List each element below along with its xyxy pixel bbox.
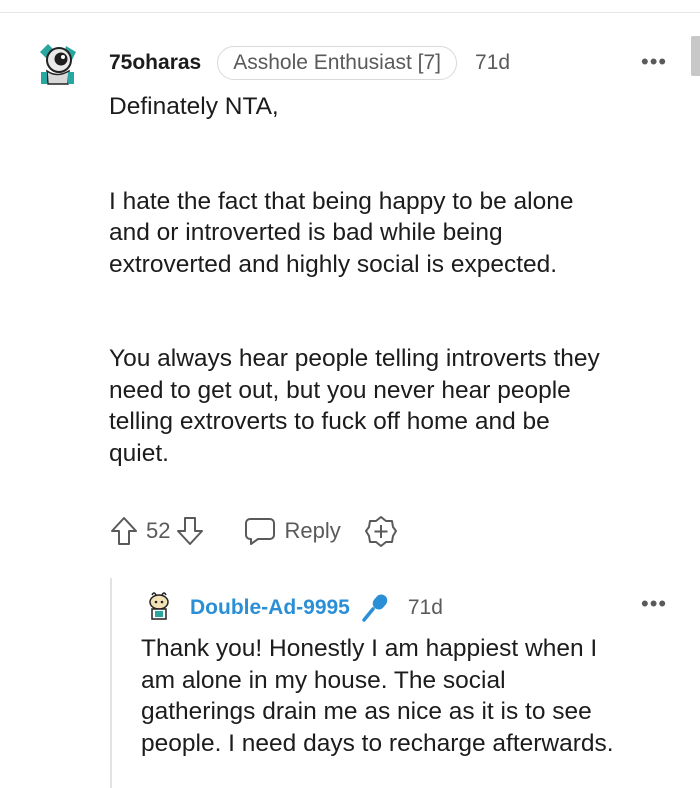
comment-paragraph: I hate the fact that being happy to be a… bbox=[109, 187, 574, 278]
reply-body: Thank you! Honestly I am happiest when I… bbox=[141, 633, 686, 759]
speech-bubble-icon bbox=[244, 516, 276, 546]
comment-body: Definately NTA, I hate the fact that bei… bbox=[109, 91, 679, 469]
snoo-avatar-icon bbox=[144, 590, 174, 620]
reply-username[interactable]: Double-Ad-9995 bbox=[190, 596, 350, 620]
upvote-arrow-icon[interactable] bbox=[110, 516, 138, 546]
reply-label: Reply bbox=[284, 518, 341, 543]
reply-avatar[interactable] bbox=[143, 589, 175, 621]
vote-count: 52 bbox=[146, 518, 171, 543]
more-options-icon[interactable]: ••• bbox=[641, 49, 667, 75]
reply-meta: Double-Ad-9995 71d bbox=[190, 592, 443, 624]
reply-paragraph: Thank you! Honestly I am happiest when I… bbox=[141, 635, 614, 757]
award-plus-icon[interactable] bbox=[364, 515, 397, 547]
astronaut-avatar-icon bbox=[33, 39, 81, 87]
top-divider bbox=[0, 12, 700, 13]
comment-paragraph: Definately NTA, bbox=[109, 93, 279, 120]
comment-timestamp: 71d bbox=[475, 51, 511, 74]
microphone-icon bbox=[360, 592, 390, 624]
comment-actions: 52 Reply bbox=[110, 515, 397, 547]
thread-line[interactable] bbox=[110, 578, 112, 788]
comment-paragraph: You always hear people telling introvert… bbox=[109, 345, 600, 467]
downvote-arrow-icon[interactable] bbox=[176, 516, 204, 546]
reply-more-options-icon[interactable]: ••• bbox=[641, 591, 667, 617]
avatar[interactable] bbox=[32, 38, 82, 88]
scrollbar-thumb[interactable] bbox=[691, 36, 700, 76]
comment-username[interactable]: 75oharas bbox=[109, 51, 201, 75]
comment-meta: 75oharas Asshole Enthusiast [7] 71d bbox=[109, 46, 510, 80]
user-flair: Asshole Enthusiast [7] bbox=[217, 46, 458, 80]
reply-button[interactable]: Reply bbox=[244, 516, 341, 546]
reply-timestamp: 71d bbox=[407, 596, 443, 619]
